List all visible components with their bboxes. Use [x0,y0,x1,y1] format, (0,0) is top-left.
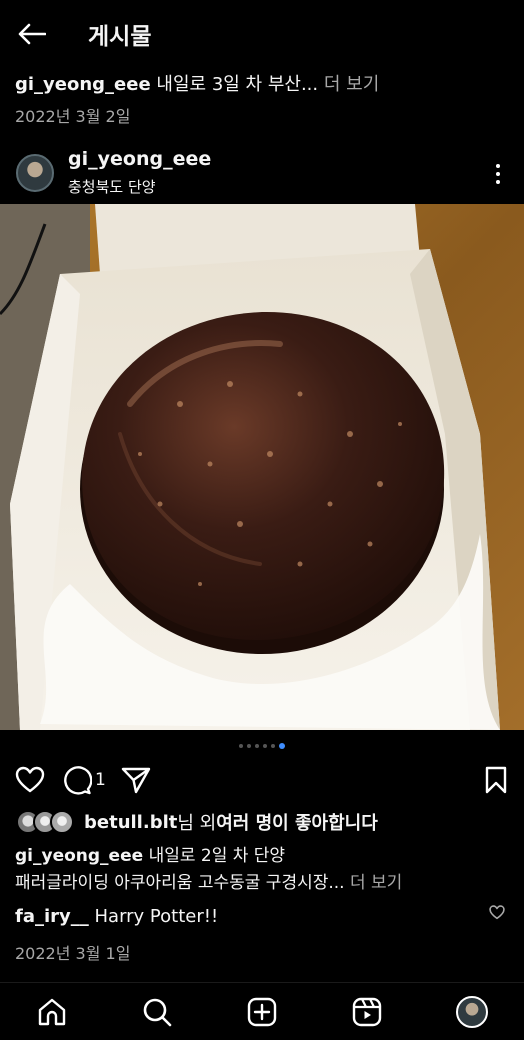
post-location[interactable]: 충청북도 단양 [68,176,156,197]
comment-text: Harry Potter!! [94,906,219,927]
caption-line-2: 패러글라이딩 아쿠아리움 고수동굴 구경시장... [15,873,345,893]
liker-avatars [16,810,76,834]
heart-icon [489,905,505,920]
home-icon [38,998,66,1026]
caption-more-link[interactable]: 더 보기 [350,873,402,893]
likes-others[interactable]: 여러 명이 좋아합니다 [216,809,378,835]
avatar[interactable] [16,154,54,192]
nav-reels[interactable] [350,995,384,1029]
heart-icon [15,766,45,793]
previous-post-date: 2022년 3월 2일 [15,107,131,126]
comment-username[interactable]: fa_iry__ [15,906,89,927]
avatar [50,810,74,834]
previous-post-caption: gi_yeong_eee 내일로 3일 차 부산... 더 보기 [15,70,379,96]
post-actions: 1 [0,764,524,798]
caption-line-1: 내일로 2일 차 단양 [148,846,286,866]
cake-photo-image [0,204,524,730]
nav-search[interactable] [140,995,174,1029]
post-header: gi_yeong_eee 충청북도 단양 [0,146,524,202]
post-photo[interactable] [0,204,524,730]
page-title: 게시물 [88,24,152,50]
comment-like-button[interactable] [489,905,505,924]
post-date: 2022년 3월 1일 [15,944,131,963]
carousel-dot [247,744,251,748]
like-button[interactable] [15,764,45,796]
nav-home[interactable] [35,995,69,1029]
bookmark-icon [485,766,507,794]
likes-first-user[interactable]: betull.blt [84,812,177,833]
carousel-indicator [0,743,524,749]
carousel-dot [255,744,259,748]
carousel-dot-active [279,743,285,749]
likes-suffix: 님 외 [177,813,217,834]
post-username[interactable]: gi_yeong_eee [68,148,211,170]
carousel-dot [239,744,243,748]
previous-post-caption-text: 내일로 3일 차 부산... [156,74,319,95]
comment-preview[interactable]: fa_iry__ Harry Potter!! [15,906,218,927]
send-icon [121,767,151,794]
carousel-dot [271,744,275,748]
bottom-navigation [0,982,524,1040]
top-bar: 게시물 [0,0,524,66]
comment-button[interactable]: 1 [62,764,106,796]
kebab-icon[interactable] [488,162,508,186]
comment-count: 1 [95,770,106,790]
likes-summary[interactable]: betull.blt 님 외 여러 명이 좋아합니다 [16,808,378,836]
reels-icon [352,997,382,1027]
share-button[interactable] [121,764,151,796]
previous-post-more-link[interactable]: 더 보기 [324,74,379,95]
caption-username[interactable]: gi_yeong_eee [15,846,143,866]
post-caption: gi_yeong_eee 내일로 2일 차 단양 패러글라이딩 아쿠아리움 고수… [15,843,510,897]
search-icon [143,998,172,1027]
save-button[interactable] [484,764,508,796]
avatar [456,996,488,1028]
nav-profile[interactable] [455,995,489,1029]
nav-create[interactable] [245,995,279,1029]
previous-post-username[interactable]: gi_yeong_eee [15,74,151,95]
comment-icon [64,766,92,795]
arrow-left-icon [18,23,46,45]
plus-square-icon [247,997,277,1027]
carousel-dot [263,744,267,748]
back-button[interactable] [14,18,50,50]
